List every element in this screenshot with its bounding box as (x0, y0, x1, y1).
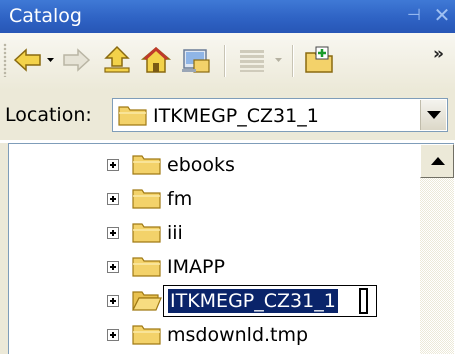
folder-icon (118, 106, 147, 126)
view-options-button[interactable] (236, 44, 268, 76)
folder-icon (132, 257, 161, 277)
chevron-up-icon (431, 157, 445, 165)
folder-icon (132, 223, 161, 243)
title-bar: Catalog ⊣ ✕ (0, 0, 455, 33)
rename-input[interactable]: ITKMEGP_CZ31_1 (163, 285, 377, 317)
window-title: Catalog (9, 5, 82, 27)
connect-folder-icon (182, 49, 210, 73)
new-folder-icon (305, 46, 333, 73)
chevron-down-icon (427, 111, 441, 119)
forward-button[interactable] (60, 44, 92, 76)
home-icon (140, 46, 172, 73)
tree-item[interactable]: msdownld.tmp (9, 319, 419, 353)
location-bar: Location: ITKMEGP_CZ31_1 (0, 90, 455, 140)
tree-item-label: ebooks (167, 154, 235, 176)
tree-item-label: iii (167, 222, 183, 244)
toolbar-separator (224, 45, 226, 77)
expand-icon[interactable] (107, 227, 119, 239)
expand-icon[interactable] (107, 261, 119, 273)
location-combobox[interactable]: ITKMEGP_CZ31_1 (112, 98, 448, 132)
tree-item[interactable]: iii (9, 217, 419, 251)
home-button[interactable] (140, 44, 172, 76)
back-button[interactable] (12, 44, 44, 76)
toolbar-overflow-icon[interactable]: » (433, 45, 444, 63)
text-cursor-icon (359, 288, 368, 314)
expand-icon[interactable] (107, 193, 119, 205)
panel-border (0, 143, 8, 354)
tree-item-selected[interactable]: ITKMEGP_CZ31_1 (9, 285, 419, 319)
close-icon[interactable]: ✕ (431, 4, 453, 26)
up-folder-icon (104, 45, 130, 73)
new-folder-button[interactable] (303, 44, 335, 76)
location-dropdown-button[interactable] (420, 100, 446, 130)
up-one-level-button[interactable] (101, 44, 133, 76)
toolbar-grip[interactable] (3, 43, 7, 77)
rename-selected-text[interactable]: ITKMEGP_CZ31_1 (168, 289, 338, 313)
folder-icon (132, 325, 161, 345)
back-history-dropdown[interactable] (46, 55, 55, 65)
tree-item-label: fm (167, 188, 193, 210)
catalog-tree: ebooks fm iii IMAPP ITKMEGP_CZ31_1 msdow… (8, 143, 454, 354)
folder-icon (132, 189, 161, 209)
toolbar-separator (292, 45, 294, 77)
scrollbar-track[interactable] (420, 178, 454, 354)
view-options-dropdown[interactable] (274, 55, 283, 65)
connect-folder-button[interactable] (180, 44, 212, 76)
vertical-scrollbar[interactable] (420, 144, 454, 354)
tree-item-label: IMAPP (167, 256, 225, 278)
folder-icon (132, 155, 161, 175)
tree-item-label: msdownld.tmp (167, 324, 309, 346)
tree-item[interactable]: ebooks (9, 149, 419, 183)
grid-view-icon (240, 50, 264, 72)
back-arrow-icon (13, 48, 41, 72)
forward-arrow-icon (63, 48, 91, 72)
scroll-up-button[interactable] (420, 144, 454, 178)
expand-icon[interactable] (107, 159, 119, 171)
location-label: Location: (5, 104, 92, 126)
tree-item[interactable]: IMAPP (9, 251, 419, 285)
expand-icon[interactable] (107, 329, 119, 341)
location-value: ITKMEGP_CZ31_1 (153, 105, 319, 127)
toolbar: » (0, 33, 455, 90)
tree-item[interactable]: fm (9, 183, 419, 217)
expand-icon[interactable] (107, 295, 119, 307)
pin-icon[interactable]: ⊣ (405, 6, 423, 24)
open-folder-icon (132, 291, 162, 311)
